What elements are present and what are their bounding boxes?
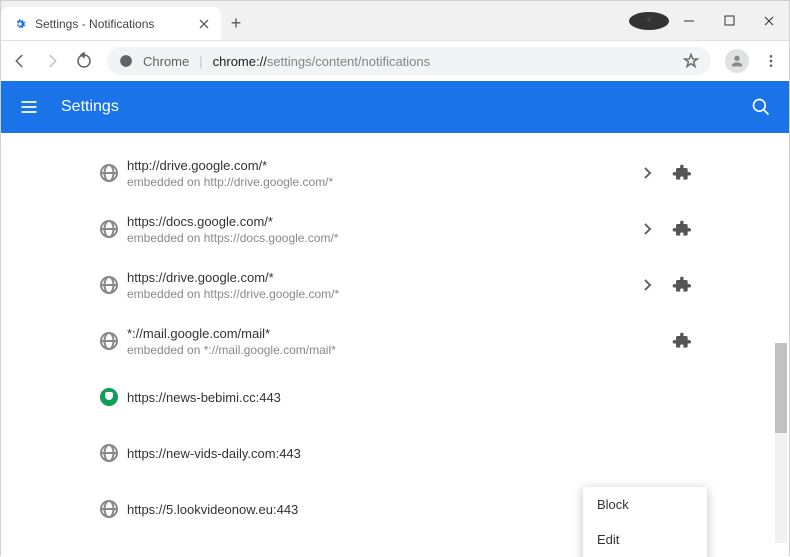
browser-tab[interactable]: Settings - Notifications bbox=[1, 7, 221, 40]
back-button[interactable] bbox=[11, 52, 29, 70]
minimize-button[interactable] bbox=[669, 1, 709, 40]
globe-icon bbox=[91, 164, 127, 182]
chevron-right-icon[interactable] bbox=[633, 167, 663, 179]
close-window-button[interactable] bbox=[749, 1, 789, 40]
globe-icon bbox=[91, 500, 127, 518]
site-url: http://drive.google.com/* bbox=[127, 158, 633, 173]
close-icon[interactable] bbox=[199, 19, 209, 29]
extension-icon[interactable] bbox=[663, 163, 699, 183]
browser-toolbar: Chrome | chrome://settings/content/notif… bbox=[1, 41, 789, 81]
site-info: http://drive.google.com/* embedded on htt… bbox=[127, 158, 633, 189]
profile-avatar[interactable] bbox=[725, 49, 749, 73]
url-host: chrome:// bbox=[213, 54, 267, 69]
scrollbar[interactable] bbox=[775, 343, 787, 543]
context-menu: Block Edit Remove bbox=[583, 487, 707, 557]
chevron-right-icon[interactable] bbox=[633, 223, 663, 235]
extension-icon[interactable] bbox=[663, 275, 699, 295]
window-controls: ▼ bbox=[629, 1, 789, 40]
site-info: https://docs.google.com/* embedded on htt… bbox=[127, 214, 633, 245]
tab-title: Settings - Notifications bbox=[35, 17, 154, 31]
site-url: https://news-bebimi.cc:443 bbox=[127, 390, 699, 405]
site-row[interactable]: https://news-bebimi.cc:443 bbox=[85, 369, 705, 425]
site-row[interactable]: https://drive.google.com/* embedded on ht… bbox=[85, 257, 705, 313]
site-info: https://new-vids-daily.com:443 bbox=[127, 446, 699, 461]
site-info: *://mail.google.com/mail* embedded on *:/… bbox=[127, 326, 663, 357]
site-row[interactable]: https://docs.google.com/* embedded on htt… bbox=[85, 201, 705, 257]
site-embed-label: embedded on http://drive.google.com/* bbox=[127, 175, 633, 189]
site-url: https://new-vids-daily.com:443 bbox=[127, 446, 699, 461]
extension-icon[interactable] bbox=[663, 331, 699, 351]
site-info: https://drive.google.com/* embedded on ht… bbox=[127, 270, 633, 301]
site-url: *://mail.google.com/mail* bbox=[127, 326, 663, 341]
incognito-indicator: ▼ bbox=[629, 1, 669, 40]
ctx-edit[interactable]: Edit bbox=[583, 522, 707, 557]
site-url: https://drive.google.com/* bbox=[127, 270, 633, 285]
site-row[interactable]: *://mail.google.com/mail* embedded on *:/… bbox=[85, 313, 705, 369]
bookmark-icon[interactable] bbox=[683, 53, 699, 69]
globe-icon bbox=[91, 444, 127, 462]
globe-icon bbox=[91, 276, 127, 294]
site-info-icon[interactable] bbox=[119, 54, 133, 68]
scrollbar-thumb[interactable] bbox=[775, 343, 787, 433]
site-list: http://drive.google.com/* embedded on htt… bbox=[85, 133, 705, 537]
extension-icon[interactable] bbox=[663, 219, 699, 239]
chevron-right-icon[interactable] bbox=[633, 279, 663, 291]
site-row[interactable]: http://drive.google.com/* embedded on htt… bbox=[85, 145, 705, 201]
globe-icon bbox=[91, 332, 127, 350]
url-scheme: Chrome bbox=[143, 54, 189, 69]
site-url: https://docs.google.com/* bbox=[127, 214, 633, 229]
address-bar[interactable]: Chrome | chrome://settings/content/notif… bbox=[107, 47, 711, 75]
menu-button[interactable] bbox=[763, 53, 779, 69]
hamburger-icon[interactable] bbox=[19, 97, 39, 117]
content-area: http://drive.google.com/* embedded on htt… bbox=[1, 133, 789, 557]
ctx-block[interactable]: Block bbox=[583, 487, 707, 522]
maximize-button[interactable] bbox=[709, 1, 749, 40]
notification-icon bbox=[91, 388, 127, 406]
url-path: settings/content/notifications bbox=[267, 54, 430, 69]
globe-icon bbox=[91, 220, 127, 238]
settings-header: Settings bbox=[1, 81, 789, 133]
page-title: Settings bbox=[61, 98, 119, 116]
gear-icon bbox=[13, 17, 27, 31]
titlebar: Settings - Notifications + ▼ bbox=[1, 1, 789, 41]
site-embed-label: embedded on *://mail.google.com/mail* bbox=[127, 343, 663, 357]
new-tab-button[interactable]: + bbox=[221, 7, 251, 40]
reload-button[interactable] bbox=[75, 52, 93, 70]
site-embed-label: embedded on https://drive.google.com/* bbox=[127, 287, 633, 301]
site-info: https://news-bebimi.cc:443 bbox=[127, 390, 699, 405]
site-row[interactable]: https://new-vids-daily.com:443 bbox=[85, 425, 705, 481]
forward-button[interactable] bbox=[43, 52, 61, 70]
site-embed-label: embedded on https://docs.google.com/* bbox=[127, 231, 633, 245]
search-icon[interactable] bbox=[751, 97, 771, 117]
